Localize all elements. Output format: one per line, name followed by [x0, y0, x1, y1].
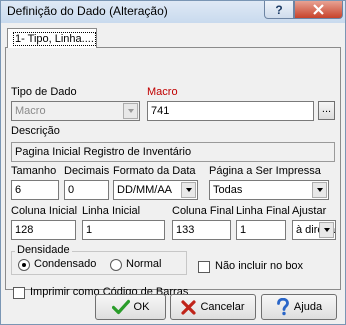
question-mark-icon — [277, 298, 289, 316]
tamanho-label: Tamanho — [11, 165, 57, 177]
densidade-label: Densidade — [15, 244, 72, 256]
coluna-final-label: Coluna Final — [172, 205, 234, 217]
descricao-field[interactable]: Pagina Inicial Registro de Inventário — [11, 142, 335, 162]
pagina-impressa-value: Todas — [213, 184, 243, 196]
decimais-input[interactable]: 0 — [64, 180, 109, 200]
normal-label: Normal — [126, 258, 162, 270]
chevron-down-icon — [127, 109, 134, 113]
tab-tipo-linha[interactable]: 1- Tipo, Linha.... — [7, 28, 97, 48]
linha-inicial-input[interactable]: 1 — [82, 220, 165, 240]
tamanho-input[interactable]: 6 — [11, 180, 59, 200]
pagina-impressa-dropdown[interactable] — [312, 182, 327, 198]
help-title-button[interactable]: ? — [264, 1, 294, 19]
tab-label: 1- Tipo, Linha.... — [13, 32, 96, 46]
help-glyph: ? — [275, 2, 283, 17]
nao-incluir-box-checkbox[interactable] — [198, 261, 210, 273]
cancelar-button[interactable]: Cancelar — [170, 294, 256, 320]
ajustar-select[interactable]: à direita — [292, 220, 336, 240]
decimais-value: 0 — [68, 184, 75, 196]
linha-final-input[interactable]: 1 — [236, 220, 286, 240]
tipo-dado-value: Macro — [15, 105, 46, 117]
macro-label: Macro — [147, 86, 178, 98]
ellipsis-icon: ... — [321, 103, 332, 115]
linha-inicial-value: 1 — [86, 224, 93, 236]
coluna-inicial-label: Coluna Inicial — [11, 205, 78, 217]
tipo-dado-select[interactable]: Macro — [11, 101, 140, 121]
tipo-dado-label: Tipo de Dado — [11, 86, 77, 98]
radio-condensado[interactable] — [18, 259, 30, 271]
radio-normal[interactable] — [110, 259, 122, 271]
descricao-label: Descrição — [11, 125, 60, 137]
chevron-down-icon — [316, 188, 323, 192]
pagina-impressa-label: Página a Ser Impressa — [209, 165, 321, 177]
formato-data-label: Formato da Data — [113, 165, 196, 177]
formato-data-select[interactable]: DD/MM/AA — [113, 180, 198, 200]
tipo-dado-dropdown[interactable] — [123, 103, 138, 119]
ajustar-dropdown[interactable] — [319, 222, 334, 238]
coluna-inicial-value: 128 — [15, 224, 34, 236]
tab-page: Tipo de Dado Macro Macro 741 ... Descriç… — [5, 47, 341, 299]
linha-final-label: Linha Final — [236, 205, 290, 217]
window-title: Definição do Dado (Alteração) — [7, 4, 168, 18]
chevron-down-icon — [185, 188, 192, 192]
descricao-value: Pagina Inicial Registro de Inventário — [15, 146, 192, 158]
ok-button[interactable]: OK — [95, 294, 166, 320]
macro-value: 741 — [151, 105, 170, 117]
macro-lookup-button[interactable]: ... — [318, 101, 335, 120]
checkmark-icon — [111, 299, 130, 315]
client-area: 1- Tipo, Linha.... Tipo de Dado Macro Ma… — [4, 23, 342, 323]
chevron-down-icon — [323, 228, 330, 232]
pagina-impressa-select[interactable]: Todas — [209, 180, 329, 200]
linha-inicial-label: Linha Inicial — [82, 205, 141, 217]
coluna-final-input[interactable]: 133 — [172, 220, 231, 240]
linha-final-value: 1 — [240, 224, 247, 236]
x-icon — [181, 299, 197, 315]
densidade-group: Densidade Condensado Normal — [11, 244, 187, 275]
ajustar-label: Ajustar — [292, 205, 327, 217]
tamanho-value: 6 — [15, 184, 22, 196]
macro-input[interactable]: 741 — [147, 101, 314, 121]
coluna-final-value: 133 — [176, 224, 195, 236]
formato-data-dropdown[interactable] — [181, 182, 196, 198]
condensado-label: Condensado — [34, 258, 97, 270]
ajuda-label: Ajuda — [293, 301, 323, 313]
codigo-barras-checkbox[interactable] — [13, 287, 25, 299]
title-bar[interactable]: Definição do Dado (Alteração) ? — [1, 1, 345, 23]
formato-data-value: DD/MM/AA — [117, 184, 172, 196]
close-icon — [313, 4, 324, 15]
close-button[interactable] — [294, 1, 343, 19]
coluna-inicial-input[interactable]: 128 — [11, 220, 76, 240]
dialog-window: Definição do Dado (Alteração) ? 1- Tipo,… — [0, 0, 346, 325]
cancelar-label: Cancelar — [200, 301, 245, 313]
ajuda-button[interactable]: Ajuda — [261, 294, 337, 320]
nao-incluir-box-label: Não incluir no box — [215, 260, 304, 272]
ok-label: OK — [133, 301, 150, 313]
decimais-label: Decimais — [64, 165, 110, 177]
